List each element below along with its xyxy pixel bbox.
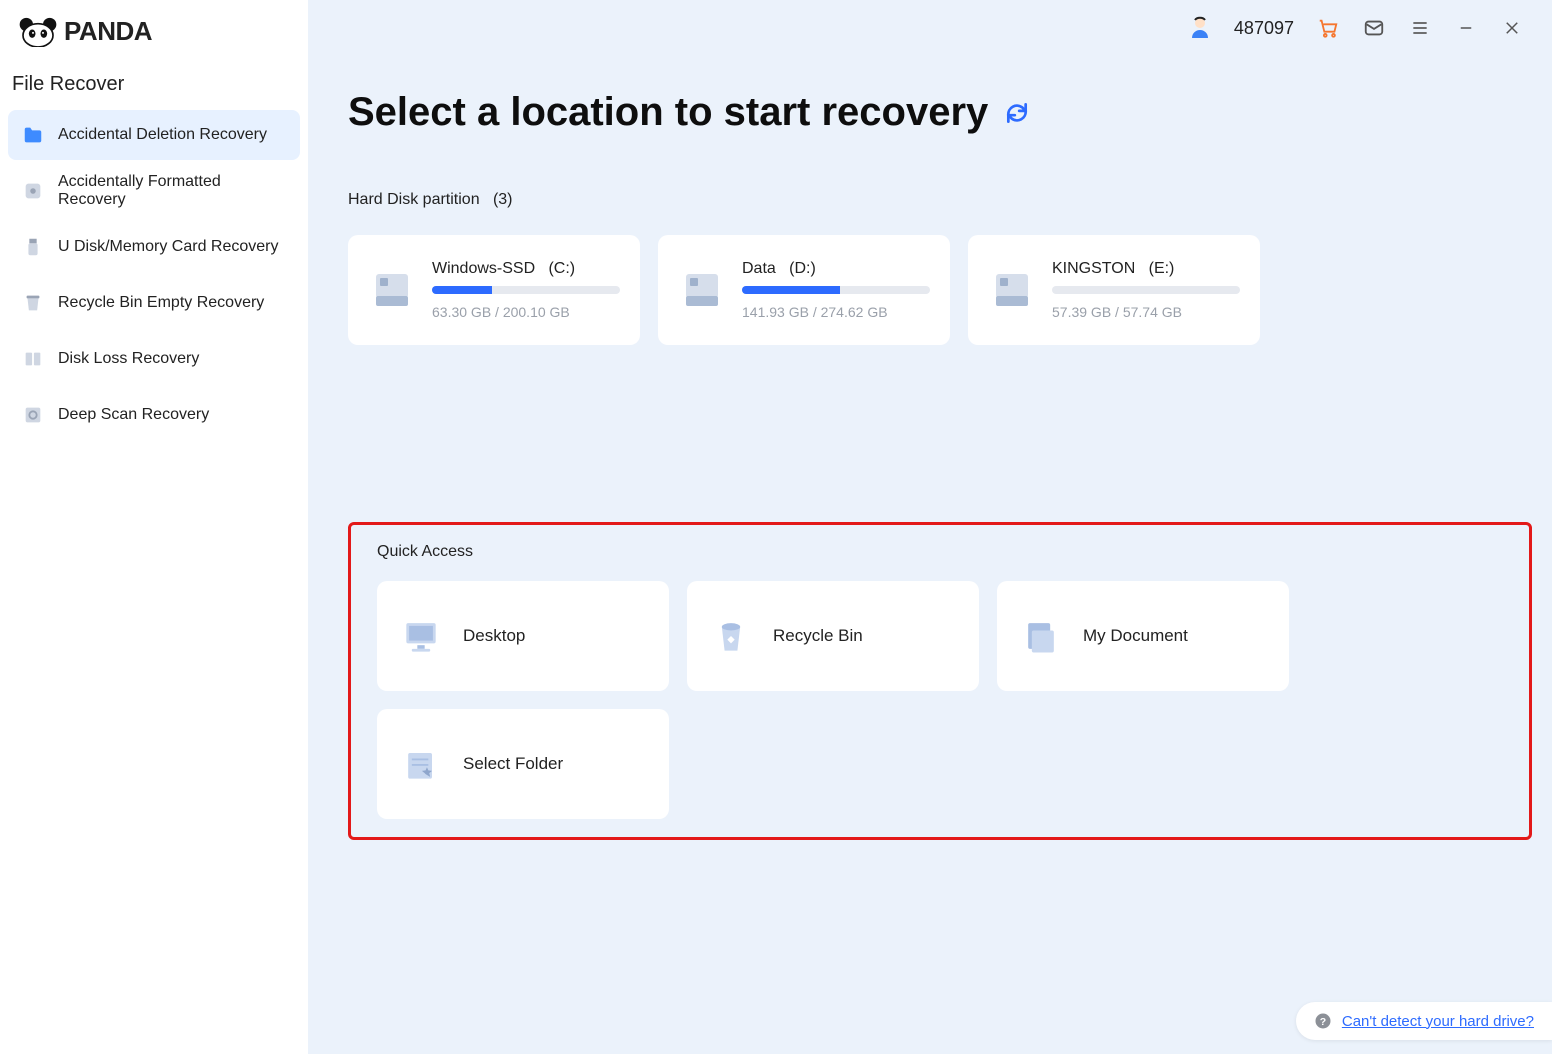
sidebar-item-2[interactable]: U Disk/Memory Card Recovery (8, 222, 300, 272)
help-icon: ? (1314, 1012, 1332, 1030)
drive-icon (678, 266, 726, 314)
quick-access-heading: Quick Access (377, 543, 1503, 561)
sidebar-item-1[interactable]: Accidentally Formatted Recovery (8, 166, 300, 216)
sidebar: PANDA File Recover Accidental Deletion R… (0, 0, 308, 1054)
desktop-icon (399, 614, 443, 658)
sidebar-nav: Accidental Deletion Recovery Accidentally… (8, 110, 300, 440)
quick-access-card-3[interactable]: Select Folder (377, 709, 669, 819)
cart-icon[interactable] (1316, 16, 1340, 40)
recyclebin-icon (709, 614, 753, 658)
close-icon[interactable] (1500, 16, 1524, 40)
help-pill[interactable]: ? Can't detect your hard drive? (1296, 1002, 1552, 1040)
sidebar-item-4[interactable]: Disk Loss Recovery (8, 334, 300, 384)
usage-bar (432, 286, 620, 294)
partition-card-2[interactable]: KINGSTON (E:) 57.39 GB / 57.74 GB (968, 235, 1260, 345)
sidebar-item-label: Accidental Deletion Recovery (58, 126, 267, 144)
avatar-icon[interactable] (1188, 16, 1212, 40)
folder-select-icon (399, 742, 443, 786)
partition-name: Data (D:) (742, 260, 930, 278)
partitions-count: (3) (493, 191, 513, 208)
partition-size: 63.30 GB / 200.10 GB (432, 304, 620, 320)
quick-access-cards: Desktop Recycle Bin My Document Select Fold… (377, 581, 1503, 819)
sidebar-item-label: U Disk/Memory Card Recovery (58, 238, 278, 256)
sidebar-item-5[interactable]: Deep Scan Recovery (8, 390, 300, 440)
headline-text: Select a location to start recovery (348, 90, 988, 135)
drive-icon (988, 266, 1036, 314)
usage-bar (1052, 286, 1240, 294)
diskloss-icon (22, 348, 44, 370)
quick-access-label: Select Folder (463, 754, 563, 774)
minimize-icon[interactable] (1454, 16, 1478, 40)
quick-access-card-0[interactable]: Desktop (377, 581, 669, 691)
format-icon (22, 180, 44, 202)
main-panel: 487097 Select a location to start recove… (308, 0, 1552, 1054)
document-icon (1019, 614, 1063, 658)
menu-icon[interactable] (1408, 16, 1432, 40)
app-window: PANDA File Recover Accidental Deletion R… (0, 0, 1552, 1054)
sidebar-item-label: Accidentally Formatted Recovery (58, 173, 286, 209)
drive-icon (368, 266, 416, 314)
refresh-icon[interactable] (1004, 100, 1030, 126)
folder-icon (22, 124, 44, 146)
deepscan-icon (22, 404, 44, 426)
partition-card-0[interactable]: Windows-SSD (C:) 63.30 GB / 200.10 GB (348, 235, 640, 345)
quick-access-label: Desktop (463, 626, 525, 646)
usage-bar (742, 286, 930, 294)
sidebar-item-label: Recycle Bin Empty Recovery (58, 294, 264, 312)
sidebar-section-title: File Recover (8, 63, 300, 110)
svg-text:?: ? (1320, 1016, 1326, 1028)
quick-access-card-1[interactable]: Recycle Bin (687, 581, 979, 691)
brand-name: PANDA (64, 16, 152, 47)
partitions-heading: Hard Disk partition (3) (348, 191, 1512, 209)
sidebar-item-label: Disk Loss Recovery (58, 350, 199, 368)
help-link[interactable]: Can't detect your hard drive? (1342, 1013, 1534, 1030)
partition-size: 141.93 GB / 274.62 GB (742, 304, 930, 320)
partitions-heading-text: Hard Disk partition (348, 191, 480, 208)
user-id: 487097 (1234, 18, 1294, 39)
quick-access-label: Recycle Bin (773, 626, 863, 646)
sidebar-item-label: Deep Scan Recovery (58, 406, 209, 424)
sidebar-item-3[interactable]: Recycle Bin Empty Recovery (8, 278, 300, 328)
partition-name: KINGSTON (E:) (1052, 260, 1240, 278)
quick-access-label: My Document (1083, 626, 1188, 646)
partition-cards: Windows-SSD (C:) 63.30 GB / 200.10 GB Data… (348, 235, 1512, 345)
partition-size: 57.39 GB / 57.74 GB (1052, 304, 1240, 320)
quick-access-box: Quick Access Desktop Recycle Bin My Docume… (348, 522, 1532, 840)
topbar: 487097 (1160, 0, 1552, 56)
sidebar-item-0[interactable]: Accidental Deletion Recovery (8, 110, 300, 160)
quick-access-card-2[interactable]: My Document (997, 581, 1289, 691)
bin-icon (22, 292, 44, 314)
partition-name: Windows-SSD (C:) (432, 260, 620, 278)
panda-icon (18, 17, 58, 47)
page-headline: Select a location to start recovery (348, 90, 1512, 135)
partition-card-1[interactable]: Data (D:) 141.93 GB / 274.62 GB (658, 235, 950, 345)
mail-icon[interactable] (1362, 16, 1386, 40)
usb-icon (22, 236, 44, 258)
brand-logo: PANDA (8, 12, 300, 63)
